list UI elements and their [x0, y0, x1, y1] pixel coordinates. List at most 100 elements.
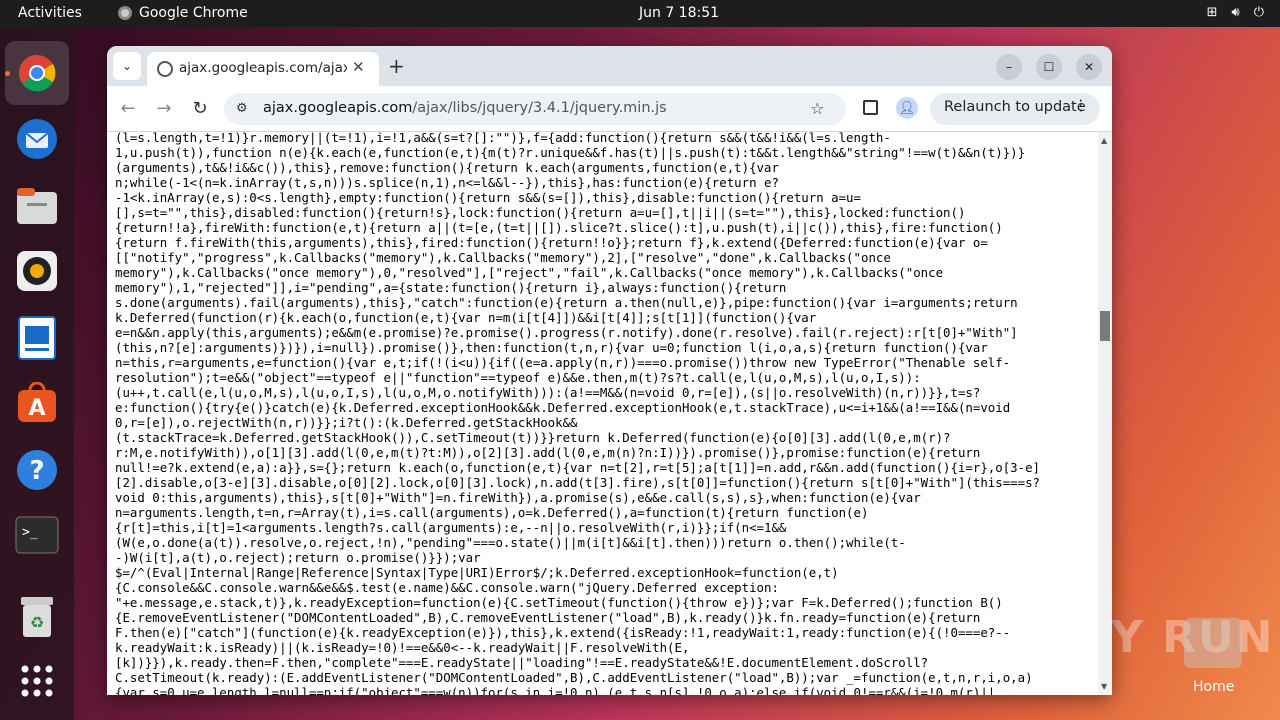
url-text[interactable]: ajax.googleapis.com/ajax/libs/jquery/3.4… — [263, 100, 667, 116]
app-name: Google Chrome — [139, 5, 248, 21]
side-panel-icon[interactable] — [863, 100, 878, 115]
code-line: (W(e,o.done(a(t)).resolve,o.reject,!n),"… — [115, 535, 906, 550]
tab-search-button[interactable]: ⌄ — [113, 52, 141, 80]
app-center-icon: A — [18, 382, 56, 422]
code-line: resolution");t=e&&("object"==typeof e||"… — [115, 370, 921, 385]
globe-icon — [157, 61, 173, 77]
chrome-window: ⌄ ajax.googleapis.com/ajax/libs/jquery/3… — [107, 46, 1112, 695]
code-line: (arguments),t&&!i&&c()),this},remove:fun… — [115, 160, 779, 175]
code-line: r:M,e.notifyWith)),o[1][3].add(l(0,e,m(t… — [115, 445, 981, 460]
activities-button[interactable]: Activities — [18, 5, 82, 21]
code-line: [],s=t="",this},disabled:function(){retu… — [115, 205, 966, 220]
code-line: s.done(arguments).fail(arguments),this},… — [115, 295, 1018, 310]
svg-text:A: A — [28, 396, 45, 421]
bookmark-star-icon[interactable]: ☆ — [810, 99, 824, 118]
scroll-up-icon[interactable]: ▲ — [1101, 136, 1107, 145]
code-line: n=arguments.length,t=n,r=Array(t),i=s.ca… — [115, 505, 869, 520]
files-icon — [17, 188, 57, 224]
code-line: n=this,r=arguments,e=function(){var e,t;… — [115, 355, 1011, 370]
home-folder-label[interactable]: Home — [1193, 679, 1234, 695]
back-button[interactable]: ← — [117, 98, 139, 119]
reload-button[interactable]: ↻ — [189, 98, 211, 119]
code-line: $=/^(Eval|Internal|Range|Reference|Synta… — [115, 565, 839, 580]
code-line: void 0:this,arguments),this},s[t[0]+"Wit… — [115, 490, 921, 505]
tab-title: ajax.googleapis.com/ajax/libs/jquery/3.4… — [179, 60, 347, 76]
code-line: [["notify","progress",k.Callbacks("memor… — [115, 250, 891, 265]
dock-rhythmbox[interactable] — [13, 247, 61, 295]
address-bar[interactable]: ⚙ ajax.googleapis.com/ajax/libs/jquery/3… — [224, 93, 846, 125]
code-line: k.readyWait:k.isReady)||(k.isReady=!0)!=… — [115, 640, 690, 655]
scrollbar-thumb[interactable] — [1100, 311, 1110, 341]
tab-jquery[interactable]: ajax.googleapis.com/ajax/libs/jquery/3.4… — [147, 52, 379, 86]
code-line: 0,r=[e]),o.rejectWith(n,r))}};i?t():(k.D… — [115, 415, 578, 430]
app-menu[interactable]: Google Chrome — [118, 5, 248, 21]
dock-help[interactable]: ? — [13, 446, 61, 494]
home-folder-icon[interactable] — [1184, 618, 1242, 668]
dock-thunderbird[interactable] — [13, 115, 61, 163]
forward-button[interactable]: → — [153, 98, 175, 119]
chrome-icon — [118, 6, 132, 20]
more-menu-icon[interactable]: ⋮ — [1074, 98, 1089, 114]
code-line: [2].disable,o[3-e][3].disable,o[0][2].lo… — [115, 475, 1041, 490]
dock-files[interactable] — [13, 182, 61, 230]
code-line: F.then(e)["catch"](function(e){k.readyEx… — [115, 625, 1011, 640]
code-line: {var s=0,u=e.length,l=null==n;if("object… — [115, 685, 996, 695]
site-info-icon[interactable]: ⚙ — [236, 101, 248, 116]
relaunch-button[interactable]: Relaunch to update ⋮ — [930, 93, 1100, 125]
tab-strip: ⌄ ajax.googleapis.com/ajax/libs/jquery/3… — [107, 46, 1112, 86]
code-line: (l=s.length,t=!1)}r.memory||(t=!1),i=!1,… — [115, 132, 891, 145]
code-line: memory"),k.Callbacks("once memory"),0,"r… — [115, 265, 944, 280]
maximize-button[interactable]: ☐ — [1036, 54, 1062, 80]
rhythmbox-icon — [17, 251, 57, 291]
volume-icon: 🔊︎ — [1231, 5, 1240, 20]
svg-text:>_: >_ — [22, 525, 38, 540]
chevron-down-icon: ⌄ — [121, 59, 133, 73]
system-tray[interactable]: ⊞ 🔊︎ ⏻ — [1207, 5, 1264, 20]
thunderbird-icon — [17, 119, 57, 159]
close-window-button[interactable]: ✕ — [1076, 54, 1102, 80]
dock-trash[interactable]: ♻ — [13, 593, 61, 641]
browser-toolbar: ← → ↻ ⚙ ajax.googleapis.com/ajax/libs/jq… — [107, 86, 1112, 132]
vertical-scrollbar[interactable]: ▲ ▼ — [1098, 132, 1112, 695]
help-icon: ? — [17, 450, 57, 490]
dock-writer[interactable] — [13, 314, 61, 362]
svg-text:?: ? — [29, 456, 44, 486]
chrome-icon — [18, 54, 56, 92]
network-icon: ⊞ — [1206, 5, 1218, 20]
trash-icon: ♻ — [21, 597, 53, 637]
code-line: C.setTimeout(k.ready):(E.addEventListene… — [115, 670, 1033, 685]
code-line: (this,n?[e]:arguments)})}),i=null}).prom… — [115, 340, 988, 355]
close-icon: ✕ — [1083, 60, 1095, 74]
power-icon: ⏻ — [1253, 5, 1264, 20]
dock-chrome[interactable] — [5, 41, 69, 105]
profile-avatar-icon[interactable]: 👤︎ — [896, 97, 918, 119]
scroll-down-icon[interactable]: ▼ — [1101, 682, 1107, 691]
source-code: (l=s.length,t=!1)}r.memory||(t=!1),i=!1,… — [115, 132, 1095, 695]
code-line: k.Deferred(function(r){k.each(o,function… — [115, 310, 817, 325]
minimize-button[interactable]: – — [996, 54, 1022, 80]
close-tab-icon[interactable]: ✕ — [352, 58, 365, 76]
svg-text:♻: ♻ — [30, 613, 44, 632]
dock-app-center[interactable]: A — [13, 379, 61, 427]
code-line: e=n&&n.apply(this,arguments);e&&m(e.prom… — [115, 325, 1018, 340]
code-line: {return f.fireWith(this,arguments),this}… — [115, 235, 988, 250]
code-line: {return!!a},fireWith:function(e,t){retur… — [115, 220, 1003, 235]
code-line: null!=e?k.extend(e,a):a}},s={};return k.… — [115, 460, 1041, 475]
new-tab-button[interactable]: + — [388, 54, 405, 78]
dock: A ? >_ ♻ — [0, 27, 74, 720]
code-line: {r[t]=this,i[t]=1<arguments.length?s.cal… — [115, 520, 787, 535]
code-line: {C.console&&C.console.warn&&e&&$.test(e.… — [115, 580, 779, 595]
clock[interactable]: Jun 7 18:51 — [639, 5, 719, 21]
dock-app-grid[interactable] — [13, 657, 61, 705]
terminal-icon: >_ — [15, 516, 59, 554]
code-line: e:function(){try{e()}catch(e){k.Deferred… — [115, 400, 1011, 415]
writer-icon — [18, 316, 56, 360]
code-line: "+e.message,e.stack,t)},k.readyException… — [115, 595, 1003, 610]
code-line: {E.removeEventListener("DOMContentLoaded… — [115, 610, 981, 625]
dock-terminal[interactable]: >_ — [13, 511, 61, 559]
code-line: (u++,t.call(e,l(u,o,M,s),l(u,o,I,s),l(u,… — [115, 385, 981, 400]
code-line: memory"),1,"rejected"]],i="pending",a={s… — [115, 280, 787, 295]
code-line: -1<k.inArray(e,s):0<s.length},empty:func… — [115, 190, 861, 205]
maximize-icon: ☐ — [1043, 60, 1055, 74]
code-line: (t.stackTrace=k.Deferred.getStackHook())… — [115, 430, 951, 445]
